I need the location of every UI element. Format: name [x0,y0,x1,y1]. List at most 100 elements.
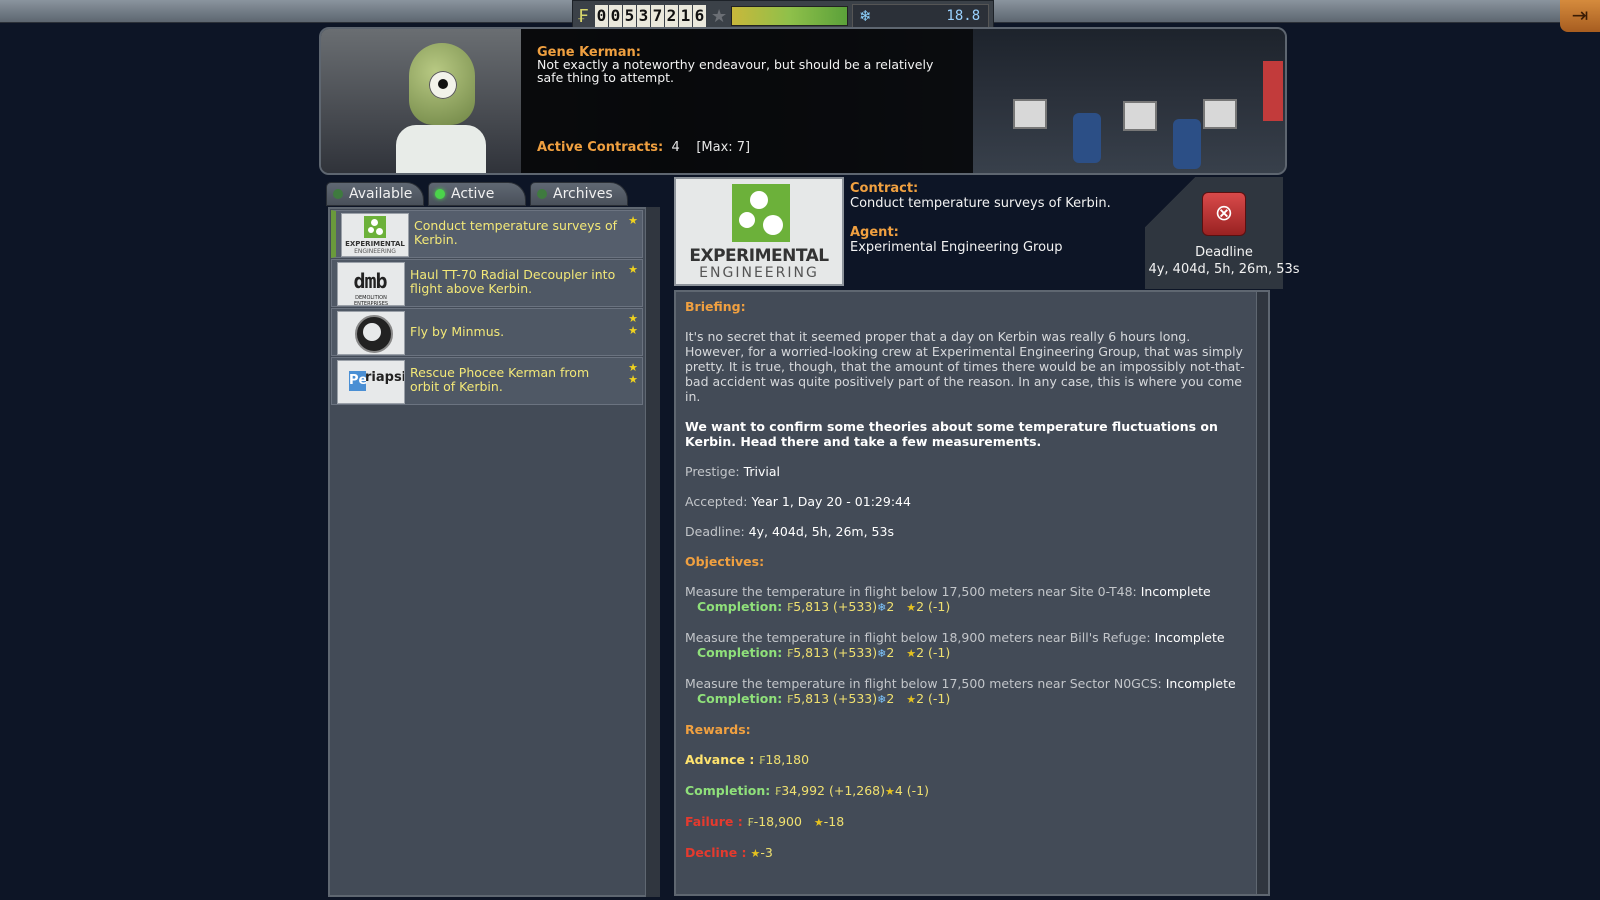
mission-control-header: Gene Kerman: Not exactly a noteworthy en… [319,27,1287,175]
prestige-star-icon: ★ [628,263,638,276]
prestige-star-icon: ★ ★ [628,361,638,386]
tab-label: Available [349,186,413,202]
tab-indicator-icon [333,189,343,199]
science-counter: ❄ 18.8 [852,4,990,28]
prestige-star-icon: ★ ★ [628,312,638,337]
reputation-star-icon: ★ [711,5,728,27]
science-icon: ❄ [859,7,872,25]
reputation-icon: ★ [906,601,917,614]
tab-available[interactable]: Available [326,182,424,206]
funds-icon: ₣ [746,816,754,829]
detail-scrollbar[interactable] [1256,292,1268,894]
funds-digit: 6 [693,5,706,27]
contract-detail-panel: Briefing: It's no secret that it seemed … [674,290,1270,896]
demolition-enterprises-logo: dmb DEMOLITION ENTERPRISES [337,262,405,306]
prestige-line: Prestige: Trivial [685,464,781,479]
periapsis-logo: Pe riapsis [337,360,405,404]
active-contracts-count: 4 [671,140,680,155]
cancel-x-icon: ⊗ [1214,201,1234,226]
reputation-icon: ★ [884,785,895,798]
contract-title: Conduct temperature surveys of Kerbin. [414,218,618,247]
agency-seal-logo [337,311,405,355]
completion-reward: Completion: ₣34,992 (+1,268)★4 (-1) [685,783,930,798]
funds-digit: 5 [623,5,636,27]
deadline-label: Deadline [1195,245,1253,260]
contract-label: Contract: [850,181,919,196]
reputation-icon: ★ [906,647,917,660]
bookshelf-decoration [1263,61,1283,121]
briefing-label: Briefing: [685,299,746,314]
dialog-box: Gene Kerman: Not exactly a noteworthy en… [521,29,973,173]
kerbal-body [396,125,486,173]
science-value: 18.8 [946,8,981,24]
contract-row[interactable]: Pe riapsis Rescue Phocee Kerman from orb… [331,357,643,405]
exit-button[interactable]: ⇥ [1560,0,1600,32]
funds-digit: 3 [637,5,650,27]
rewards-label: Rewards: [685,722,751,737]
monitor-decoration [1123,101,1157,131]
monitor-decoration [1013,99,1047,129]
funds-digit: 0 [595,5,608,27]
office-background [973,29,1285,173]
contract-row[interactable]: EXPERIMENTAL ENGINEERING Conduct tempera… [331,210,643,258]
cancel-contract-button[interactable]: ⊗ [1202,192,1246,236]
tab-label: Archives [553,186,613,202]
chair-decoration [1173,119,1201,169]
contract-summary: Contract: Conduct temperature surveys of… [850,181,1140,277]
objective-item: Measure the temperature in flight below … [685,630,1225,660]
active-contracts-max: [Max: 7] [696,140,751,155]
agent-label: Agent: [850,225,899,240]
tab-label: Active [451,186,495,202]
prestige-star-icon: ★ [628,214,638,227]
active-contracts-label: Active Contracts: [537,140,664,155]
objectives-label: Objectives: [685,554,765,569]
decline-penalty: Decline : ★-3 [685,845,773,860]
experimental-engineering-logo: EXPERIMENTAL ENGINEERING [674,177,844,286]
deadline-line: Deadline: 4y, 404d, 5h, 26m, 53s [685,524,894,539]
kerbal-pupil [438,79,448,89]
science-icon: ❄ [877,693,887,706]
tab-indicator-icon [537,189,547,199]
chair-decoration [1073,113,1101,163]
agent-name: Experimental Engineering Group [850,240,1063,255]
funds-digit: 1 [679,5,692,27]
reputation-icon: ★ [906,693,917,706]
accepted-line: Accepted: Year 1, Day 20 - 01:29:44 [685,494,911,509]
briefing-text: It's no secret that it seemed proper tha… [685,329,1245,404]
deadline-value: 4y, 404d, 5h, 26m, 53s [1148,262,1300,277]
tab-indicator-icon [435,189,445,199]
experimental-engineering-logo: EXPERIMENTAL ENGINEERING [341,213,409,257]
list-scrollbar[interactable] [645,207,660,897]
speaker-quote: Not exactly a noteworthy endeavour, but … [537,57,934,85]
gene-kerman-portrait [321,29,521,173]
contract-list: EXPERIMENTAL ENGINEERING Conduct tempera… [328,207,660,897]
monitor-decoration [1203,99,1237,129]
tab-active[interactable]: Active [428,182,526,206]
reputation-icon: ★ [750,847,761,860]
reputation-icon: ★ [813,816,824,829]
contract-detail-body: Briefing: It's no secret that it seemed … [685,299,1245,876]
contract-title: Rescue Phocee Kerman from orbit of Kerbi… [410,365,590,394]
contract-row[interactable]: Fly by Minmus. ★ ★ [331,308,643,356]
contract-row[interactable]: dmb DEMOLITION ENTERPRISES Haul TT-70 Ra… [331,259,643,307]
contract-tabs: Available Active Archives [326,182,628,206]
funds-digit: 2 [665,5,678,27]
advance-reward: Advance : ₣18,180 [685,752,810,767]
science-icon: ❄ [877,647,887,660]
tab-archives[interactable]: Archives [530,182,628,206]
exit-door-icon: ⇥ [1571,3,1589,27]
active-contracts-status: Active Contracts: 4 [Max: 7] [537,140,750,155]
contract-title: Fly by Minmus. [410,324,505,339]
objective-item: Measure the temperature in flight below … [685,584,1211,614]
contract-synopsis: We want to confirm some theories about s… [685,419,1218,449]
funds-digit: 0 [609,5,622,27]
funds-counter: 00537216 [595,5,707,27]
failure-penalty: Failure : ₣-18,900 ★-18 [685,814,845,829]
funds-icon: ₣ [577,5,589,27]
reputation-gauge [731,6,849,26]
contract-title: Haul TT-70 Radial Decoupler into flight … [410,267,616,296]
science-icon: ❄ [877,601,887,614]
contract-name: Conduct temperature surveys of Kerbin. [850,196,1111,211]
objective-item: Measure the temperature in flight below … [685,676,1236,706]
funds-digit: 7 [651,5,664,27]
